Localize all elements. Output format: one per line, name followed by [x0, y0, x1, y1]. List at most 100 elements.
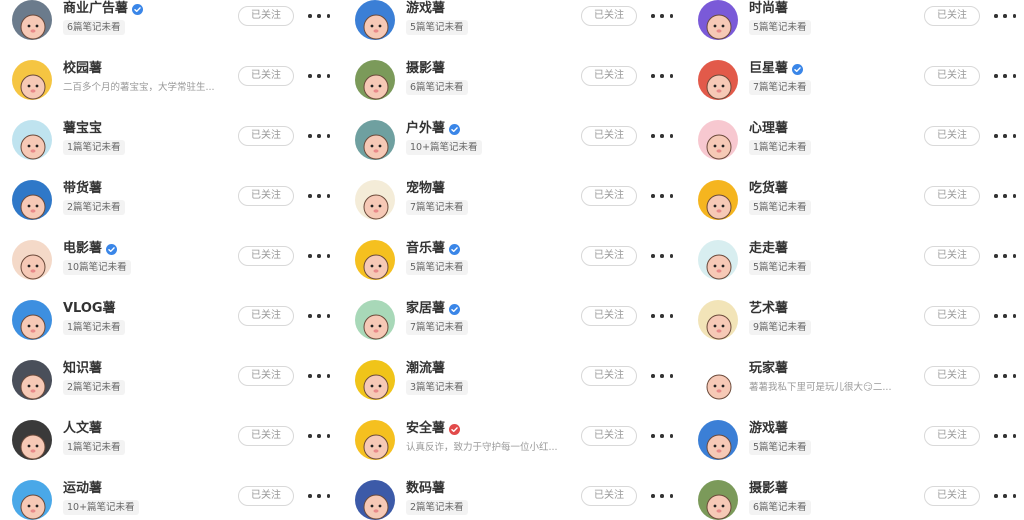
account-name[interactable]: 校园薯: [63, 60, 102, 78]
account-item[interactable]: 带货薯 2篇笔记未看 已关注: [0, 180, 340, 236]
account-name[interactable]: 摄影薯: [406, 60, 445, 78]
account-item[interactable]: 走走薯 5篇笔记未看 已关注: [686, 240, 1024, 296]
avatar[interactable]: [12, 120, 52, 160]
account-name[interactable]: 户外薯: [406, 120, 445, 138]
following-button[interactable]: 已关注: [581, 246, 637, 266]
account-item[interactable]: 音乐薯 5篇笔记未看 已关注: [343, 240, 683, 296]
account-item[interactable]: 潮流薯 3篇笔记未看 已关注: [343, 360, 683, 416]
following-button[interactable]: 已关注: [924, 6, 980, 26]
following-button[interactable]: 已关注: [581, 486, 637, 506]
account-name[interactable]: 潮流薯: [406, 360, 445, 378]
account-item[interactable]: 家居薯 7篇笔记未看 已关注: [343, 300, 683, 356]
account-item[interactable]: 时尚薯 5篇笔记未看 已关注: [686, 0, 1024, 56]
account-name[interactable]: 家居薯: [406, 300, 445, 318]
more-options-icon[interactable]: [308, 67, 330, 85]
avatar[interactable]: [698, 300, 738, 340]
avatar[interactable]: [698, 60, 738, 100]
more-options-icon[interactable]: [651, 367, 673, 385]
account-name[interactable]: 吃货薯: [749, 180, 788, 198]
following-button[interactable]: 已关注: [238, 126, 294, 146]
account-name[interactable]: 走走薯: [749, 240, 788, 258]
more-options-icon[interactable]: [651, 247, 673, 265]
account-item[interactable]: 心理薯 1篇笔记未看 已关注: [686, 120, 1024, 176]
account-name[interactable]: 游戏薯: [406, 0, 445, 18]
account-item[interactable]: 巨星薯 7篇笔记未看 已关注: [686, 60, 1024, 116]
more-options-icon[interactable]: [651, 67, 673, 85]
account-item[interactable]: 数码薯 2篇笔记未看 已关注: [343, 480, 683, 520]
avatar[interactable]: [698, 120, 738, 160]
more-options-icon[interactable]: [994, 67, 1016, 85]
avatar[interactable]: [698, 360, 738, 400]
more-options-icon[interactable]: [308, 307, 330, 325]
following-button[interactable]: 已关注: [924, 126, 980, 146]
account-name[interactable]: 带货薯: [63, 180, 102, 198]
more-options-icon[interactable]: [994, 7, 1016, 25]
following-button[interactable]: 已关注: [238, 186, 294, 206]
more-options-icon[interactable]: [308, 187, 330, 205]
account-item[interactable]: 人文薯 1篇笔记未看 已关注: [0, 420, 340, 476]
account-name[interactable]: 音乐薯: [406, 240, 445, 258]
avatar[interactable]: [355, 480, 395, 520]
avatar[interactable]: [355, 120, 395, 160]
more-options-icon[interactable]: [651, 127, 673, 145]
avatar[interactable]: [355, 60, 395, 100]
avatar[interactable]: [698, 240, 738, 280]
following-button[interactable]: 已关注: [238, 306, 294, 326]
more-options-icon[interactable]: [308, 367, 330, 385]
following-button[interactable]: 已关注: [581, 366, 637, 386]
account-item[interactable]: 安全薯 认真反诈，致力于守护每一位小红... 已关注: [343, 420, 683, 476]
account-item[interactable]: 游戏薯 5篇笔记未看 已关注: [343, 0, 683, 56]
avatar[interactable]: [355, 300, 395, 340]
avatar[interactable]: [355, 420, 395, 460]
account-item[interactable]: VLOG薯 1篇笔记未看 已关注: [0, 300, 340, 356]
avatar[interactable]: [12, 180, 52, 220]
account-item[interactable]: 游戏薯 5篇笔记未看 已关注: [686, 420, 1024, 476]
account-name[interactable]: 心理薯: [749, 120, 788, 138]
account-name[interactable]: 电影薯: [63, 240, 102, 258]
account-name[interactable]: 薯宝宝: [63, 120, 102, 138]
avatar[interactable]: [698, 420, 738, 460]
more-options-icon[interactable]: [994, 367, 1016, 385]
avatar[interactable]: [12, 480, 52, 520]
following-button[interactable]: 已关注: [238, 6, 294, 26]
following-button[interactable]: 已关注: [924, 366, 980, 386]
more-options-icon[interactable]: [651, 187, 673, 205]
following-button[interactable]: 已关注: [924, 306, 980, 326]
following-button[interactable]: 已关注: [238, 246, 294, 266]
avatar[interactable]: [12, 0, 52, 40]
account-name[interactable]: 运动薯: [63, 480, 102, 498]
avatar[interactable]: [12, 240, 52, 280]
account-item[interactable]: 摄影薯 6篇笔记未看 已关注: [343, 60, 683, 116]
following-button[interactable]: 已关注: [238, 66, 294, 86]
following-button[interactable]: 已关注: [581, 306, 637, 326]
more-options-icon[interactable]: [651, 487, 673, 505]
more-options-icon[interactable]: [308, 487, 330, 505]
following-button[interactable]: 已关注: [238, 486, 294, 506]
avatar[interactable]: [355, 180, 395, 220]
account-name[interactable]: 游戏薯: [749, 420, 788, 438]
more-options-icon[interactable]: [308, 427, 330, 445]
account-name[interactable]: 摄影薯: [749, 480, 788, 498]
account-name[interactable]: VLOG薯: [63, 300, 116, 318]
avatar[interactable]: [355, 0, 395, 40]
account-item[interactable]: 商业广告薯 6篇笔记未看 已关注: [0, 0, 340, 56]
avatar[interactable]: [698, 480, 738, 520]
account-name[interactable]: 安全薯: [406, 420, 445, 438]
following-button[interactable]: 已关注: [924, 186, 980, 206]
account-item[interactable]: 运动薯 10+篇笔记未看 已关注: [0, 480, 340, 520]
avatar[interactable]: [12, 60, 52, 100]
avatar[interactable]: [12, 420, 52, 460]
following-button[interactable]: 已关注: [581, 66, 637, 86]
account-item[interactable]: 薯宝宝 1篇笔记未看 已关注: [0, 120, 340, 176]
avatar[interactable]: [698, 0, 738, 40]
more-options-icon[interactable]: [994, 307, 1016, 325]
account-name[interactable]: 商业广告薯: [63, 0, 128, 18]
account-item[interactable]: 摄影薯 6篇笔记未看 已关注: [686, 480, 1024, 520]
account-name[interactable]: 人文薯: [63, 420, 102, 438]
account-name[interactable]: 玩家薯: [749, 360, 788, 378]
following-button[interactable]: 已关注: [924, 426, 980, 446]
account-item[interactable]: 户外薯 10+篇笔记未看 已关注: [343, 120, 683, 176]
account-item[interactable]: 校园薯 二百多个月的薯宝宝，大学常驻生... 已关注: [0, 60, 340, 116]
following-button[interactable]: 已关注: [581, 126, 637, 146]
avatar[interactable]: [698, 180, 738, 220]
